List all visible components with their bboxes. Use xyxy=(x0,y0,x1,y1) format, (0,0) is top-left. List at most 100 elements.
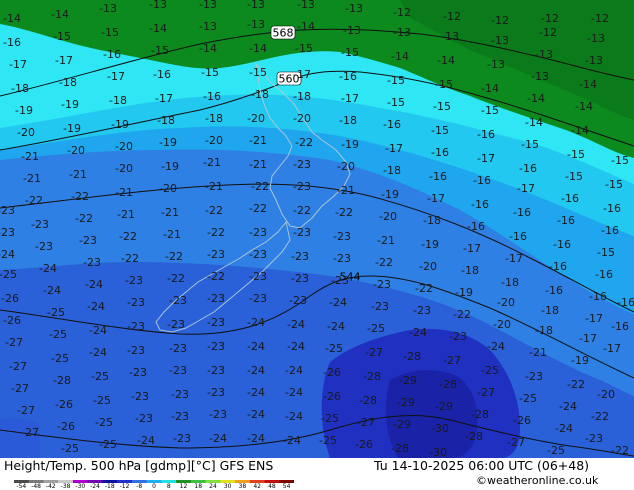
temperature-value: -24 xyxy=(89,324,107,337)
temperature-value: -28 xyxy=(439,378,457,391)
temperature-value: -15 xyxy=(567,148,585,161)
temperature-value: -23 xyxy=(0,226,15,239)
temperature-value: -12 xyxy=(539,26,557,39)
temperature-value: -30 xyxy=(431,422,449,435)
temperature-value: -17 xyxy=(385,142,403,155)
temperature-value: -16 xyxy=(3,36,21,49)
temperature-value: -20 xyxy=(419,260,437,273)
temperature-value: -13 xyxy=(393,26,411,39)
temperature-value: -17 xyxy=(603,342,621,355)
temperature-value: -14 xyxy=(391,50,409,63)
temperature-value: -15 xyxy=(521,138,539,151)
temperature-value: -25 xyxy=(367,322,385,335)
temperature-value: -15 xyxy=(597,246,615,259)
temperature-value: -28 xyxy=(403,350,421,363)
temperature-value: -20 xyxy=(497,296,515,309)
temperature-value: -21 xyxy=(529,346,547,359)
temperature-value: -25 xyxy=(93,394,111,407)
temperature-value: -13 xyxy=(297,0,315,11)
temperature-value: -26 xyxy=(355,438,373,451)
temperature-value: -21 xyxy=(205,180,223,193)
temperature-value: -15 xyxy=(53,30,71,43)
temperature-value: -17 xyxy=(293,68,311,81)
temperature-value: -22 xyxy=(335,206,353,219)
temperature-value: -23 xyxy=(127,320,145,333)
colorbar-tick: 24 xyxy=(209,483,217,488)
temperature-value: -14 xyxy=(525,116,543,129)
temperature-value: -25 xyxy=(61,442,79,455)
temperature-value: -14 xyxy=(297,20,315,33)
temperature-value: -19 xyxy=(111,118,129,131)
temperature-value: -25 xyxy=(91,370,109,383)
temperature-value: -25 xyxy=(481,364,499,377)
temperature-value: -19 xyxy=(63,122,81,135)
temperature-value: -23 xyxy=(373,278,391,291)
colorbar-tick: -8 xyxy=(136,483,142,488)
temperature-value: -27 xyxy=(9,360,27,373)
contour-label-568: 568 xyxy=(270,25,296,40)
temperature-value: -16 xyxy=(471,198,489,211)
temperature-value: -20 xyxy=(159,182,177,195)
temperature-value: -25 xyxy=(49,328,67,341)
temperature-value: -15 xyxy=(341,46,359,59)
temperature-value: -15 xyxy=(387,74,405,87)
temperature-value: -29 xyxy=(399,374,417,387)
colorbar-tick: 30 xyxy=(224,483,232,488)
temperature-value: -16 xyxy=(103,48,121,61)
temperature-value: -23 xyxy=(449,330,467,343)
temperature-value: -23 xyxy=(291,272,309,285)
temperature-value: -16 xyxy=(603,202,621,215)
temperature-value: -23 xyxy=(207,386,225,399)
temperature-value: -23 xyxy=(171,410,189,423)
colorbar-tick: -30 xyxy=(75,483,85,488)
temperature-value: -13 xyxy=(531,70,549,83)
temperature-value: -15 xyxy=(295,42,313,55)
temperature-value: -16 xyxy=(545,284,563,297)
temperature-value: -23 xyxy=(207,248,225,261)
temperature-value: -27 xyxy=(443,354,461,367)
temperature-value: -18 xyxy=(251,88,269,101)
temperature-value: -13 xyxy=(247,18,265,31)
temperature-value: -18 xyxy=(205,112,223,125)
temperature-value: -15 xyxy=(101,26,119,39)
temperature-value: -14 xyxy=(579,78,597,91)
temperature-value: -23 xyxy=(169,342,187,355)
temperature-value: -23 xyxy=(169,364,187,377)
temperature-value: -29 xyxy=(393,418,411,431)
temperature-value: -15 xyxy=(481,104,499,117)
temperature-value: -22 xyxy=(119,230,137,243)
temperature-value: -24 xyxy=(209,432,227,445)
temperature-value: -14 xyxy=(149,22,167,35)
temperature-value: -16 xyxy=(467,220,485,233)
colorbar-tick: 12 xyxy=(180,483,188,488)
temperature-value: -20 xyxy=(205,134,223,147)
temperature-value: -15 xyxy=(249,66,267,79)
temperature-value: -14 xyxy=(199,42,217,55)
temperature-value: -22 xyxy=(591,410,609,423)
temperature-value: -24 xyxy=(85,278,103,291)
temperature-value: -12 xyxy=(491,14,509,27)
temperature-value: -27 xyxy=(365,346,383,359)
temperature-value: -19 xyxy=(15,104,33,117)
temperature-value: -19 xyxy=(61,98,79,111)
temperature-value: -23 xyxy=(207,292,225,305)
map-credit: ©weatheronline.co.uk xyxy=(476,474,599,487)
temperature-value: -14 xyxy=(437,54,455,67)
temperature-value: -23 xyxy=(333,230,351,243)
temperature-value: -16 xyxy=(561,192,579,205)
temperature-value: -12 xyxy=(443,10,461,23)
temperature-value: -21 xyxy=(23,172,41,185)
colorbar-tick: 8 xyxy=(167,483,171,488)
temperature-value: -15 xyxy=(201,66,219,79)
temperature-value: -20 xyxy=(247,112,265,125)
temperature-value: -24 xyxy=(43,284,61,297)
temperature-value: -16 xyxy=(519,162,537,175)
temperature-value: -28 xyxy=(391,442,409,455)
temperature-value: -24 xyxy=(329,296,347,309)
temperature-value: -25 xyxy=(319,434,337,447)
temperature-value: -22 xyxy=(207,226,225,239)
temperature-value: -20 xyxy=(67,144,85,157)
temperature-value: -30 xyxy=(429,446,447,458)
temperature-value: -23 xyxy=(249,292,267,305)
temperature-value: -23 xyxy=(0,204,15,217)
